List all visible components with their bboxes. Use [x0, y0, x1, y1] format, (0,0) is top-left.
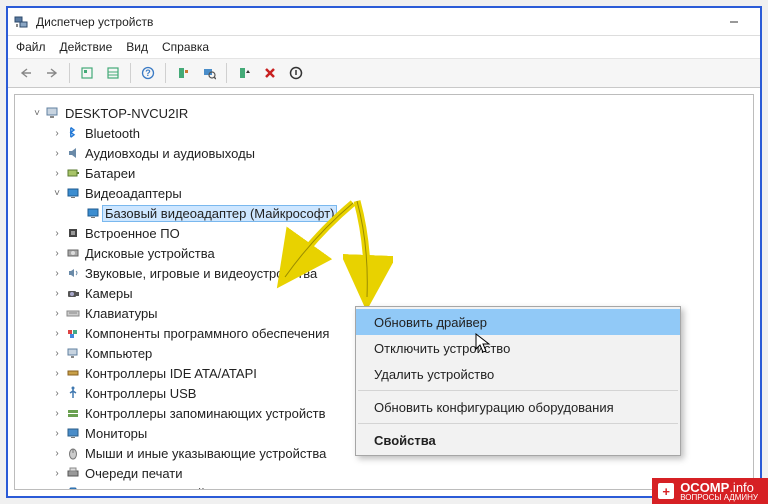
chevron-right-icon[interactable]: ›: [51, 388, 63, 399]
menu-view[interactable]: Вид: [126, 40, 148, 54]
tree-item[interactable]: › Переносные устройства: [27, 483, 741, 490]
chevron-right-icon[interactable]: ›: [51, 168, 63, 179]
uninstall-icon[interactable]: [258, 61, 282, 85]
usb-controller-icon: [65, 385, 81, 401]
chevron-right-icon[interactable]: ›: [51, 348, 63, 359]
keyboard-icon: [65, 305, 81, 321]
computer-icon: [65, 345, 81, 361]
app-icon: [14, 14, 30, 30]
ctx-update-driver[interactable]: Обновить драйвер: [356, 309, 680, 335]
help-icon[interactable]: ?: [136, 61, 160, 85]
toolbar-icon-3[interactable]: [171, 61, 195, 85]
firmware-icon: [65, 225, 81, 241]
tree-panel: ˅ DESKTOP-NVCU2IR › Bluetooth › Аудиовхо…: [14, 94, 754, 490]
scan-hardware-icon[interactable]: [197, 61, 221, 85]
bluetooth-icon: [65, 125, 81, 141]
storage-controller-icon: [65, 405, 81, 421]
sound-icon: [65, 265, 81, 281]
chevron-right-icon[interactable]: ›: [51, 248, 63, 259]
chevron-right-icon[interactable]: ›: [51, 328, 63, 339]
context-menu: Обновить драйвер Отключить устройство Уд…: [355, 306, 681, 456]
print-queue-icon: [65, 465, 81, 481]
mouse-icon: [65, 445, 81, 461]
tree-item[interactable]: › Батареи: [27, 163, 741, 183]
chevron-right-icon[interactable]: ›: [51, 488, 63, 491]
camera-icon: [65, 285, 81, 301]
chevron-right-icon[interactable]: ›: [51, 148, 63, 159]
disk-drive-icon: [65, 245, 81, 261]
chevron-right-icon[interactable]: ›: [51, 368, 63, 379]
chevron-right-icon[interactable]: ›: [51, 468, 63, 479]
menu-help[interactable]: Справка: [162, 40, 209, 54]
disable-icon[interactable]: [284, 61, 308, 85]
tree-root[interactable]: ˅ DESKTOP-NVCU2IR: [27, 103, 741, 123]
chevron-right-icon[interactable]: ›: [51, 428, 63, 439]
monitor-icon: [65, 425, 81, 441]
chevron-right-icon[interactable]: ›: [51, 308, 63, 319]
menubar: Файл Действие Вид Справка: [8, 36, 760, 58]
audio-io-icon: [65, 145, 81, 161]
separator: [358, 423, 678, 424]
update-driver-icon[interactable]: [232, 61, 256, 85]
software-component-icon: [65, 325, 81, 341]
ctx-disable-device[interactable]: Отключить устройство: [356, 335, 680, 361]
computer-icon: [45, 105, 61, 121]
battery-icon: [65, 165, 81, 181]
chevron-right-icon[interactable]: ›: [51, 128, 63, 139]
display-adapter-icon: [85, 205, 101, 221]
minimize-button[interactable]: [714, 9, 754, 35]
plus-icon: +: [658, 483, 674, 499]
separator: [358, 390, 678, 391]
watermark-badge: + OCOMP.info ВОПРОСЫ АДМИНУ: [652, 478, 768, 504]
tree-item[interactable]: › Аудиовходы и аудиовыходы: [27, 143, 741, 163]
ctx-properties[interactable]: Свойства: [356, 427, 680, 453]
toolbar: ?: [8, 58, 760, 88]
chevron-right-icon[interactable]: ›: [51, 228, 63, 239]
back-button[interactable]: [14, 61, 38, 85]
tree-item-videoadapters[interactable]: ˅ Видеоадаптеры: [27, 183, 741, 203]
ide-controller-icon: [65, 365, 81, 381]
chevron-down-icon[interactable]: ˅: [31, 108, 43, 119]
root-label: DESKTOP-NVCU2IR: [65, 106, 188, 121]
display-adapter-icon: [65, 185, 81, 201]
svg-text:?: ?: [145, 68, 151, 78]
selected-device-label: Базовый видеоадаптер (Майкрософт): [102, 205, 337, 222]
window-title: Диспетчер устройств: [36, 15, 714, 29]
ctx-uninstall-device[interactable]: Удалить устройство: [356, 361, 680, 387]
tree-item[interactable]: › Дисковые устройства: [27, 243, 741, 263]
portable-device-icon: [65, 485, 81, 490]
chevron-right-icon[interactable]: ›: [51, 408, 63, 419]
tree-item[interactable]: › Встроенное ПО: [27, 223, 741, 243]
tree-item[interactable]: › Звуковые, игровые и видеоустройства: [27, 263, 741, 283]
device-manager-window: Диспетчер устройств Файл Действие Вид Сп…: [6, 6, 762, 498]
menu-action[interactable]: Действие: [60, 40, 113, 54]
forward-button[interactable]: [40, 61, 64, 85]
tree-item-basic-display-adapter[interactable]: Базовый видеоадаптер (Майкрософт): [27, 203, 741, 223]
ctx-scan-hardware[interactable]: Обновить конфигурацию оборудования: [356, 394, 680, 420]
toolbar-icon-1[interactable]: [75, 61, 99, 85]
tree-item[interactable]: › Очереди печати: [27, 463, 741, 483]
chevron-down-icon[interactable]: ˅: [51, 188, 63, 199]
toolbar-icon-2[interactable]: [101, 61, 125, 85]
tree-item[interactable]: › Камеры: [27, 283, 741, 303]
titlebar: Диспетчер устройств: [8, 8, 760, 36]
tree-item[interactable]: › Bluetooth: [27, 123, 741, 143]
menu-file[interactable]: Файл: [16, 40, 46, 54]
chevron-right-icon[interactable]: ›: [51, 288, 63, 299]
cursor-icon: [475, 333, 493, 355]
chevron-right-icon[interactable]: ›: [51, 448, 63, 459]
chevron-right-icon[interactable]: ›: [51, 268, 63, 279]
